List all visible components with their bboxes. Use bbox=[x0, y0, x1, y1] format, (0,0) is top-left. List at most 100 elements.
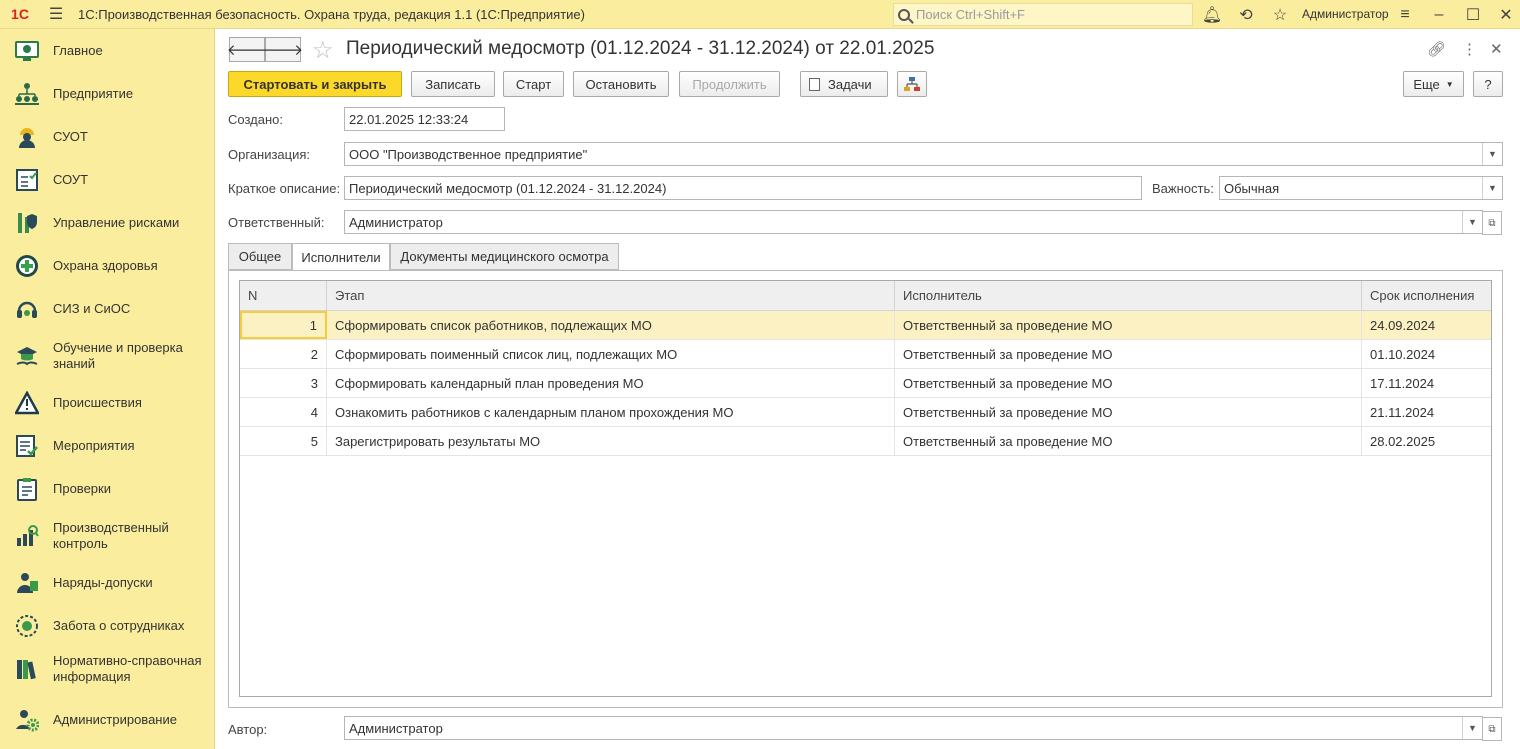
cell-executor[interactable]: Ответственный за проведение МО bbox=[895, 340, 1362, 368]
care-icon bbox=[14, 613, 40, 639]
route-map-button[interactable] bbox=[897, 71, 927, 97]
sidebar-item-sout[interactable]: СОУТ bbox=[0, 164, 215, 196]
sidebar-item-incidents[interactable]: Происшествия bbox=[0, 387, 215, 419]
forward-button[interactable]: 🡒 bbox=[263, 37, 303, 62]
sidebar-item-reference-info[interactable]: Нормативно-справочная информация bbox=[0, 649, 215, 689]
favorite-star-icon[interactable]: ☆ bbox=[312, 36, 334, 65]
bell-icon[interactable]: 🔔︎ bbox=[1201, 4, 1223, 26]
table-row[interactable]: 2 Сформировать поименный список лиц, под… bbox=[240, 340, 1491, 369]
column-header-due[interactable]: Срок исполнения bbox=[1362, 281, 1491, 311]
tab-general[interactable]: Общее bbox=[228, 243, 292, 270]
history-icon[interactable]: ⟲ bbox=[1235, 4, 1257, 26]
start-and-close-button[interactable]: Стартовать и закрыть bbox=[228, 71, 402, 97]
save-button[interactable]: Записать bbox=[411, 71, 495, 97]
sidebar-item-production-control[interactable]: Производственный контроль bbox=[0, 516, 215, 556]
organization-value: ООО "Производственное предприятие" bbox=[349, 146, 588, 162]
stop-button[interactable]: Остановить bbox=[573, 71, 669, 97]
route-map-icon bbox=[904, 77, 920, 91]
1c-logo[interactable]: 1С bbox=[0, 0, 40, 29]
settings-menu-icon[interactable]: ≡ bbox=[1394, 4, 1416, 26]
sidebar-item-employee-care[interactable]: Забота о сотрудниках bbox=[0, 610, 215, 642]
dropdown-arrow-icon[interactable]: ▼ bbox=[1462, 717, 1482, 739]
sidebar-label: Забота о сотрудниках bbox=[53, 618, 185, 633]
column-header-n[interactable]: N bbox=[240, 281, 327, 311]
sidebar-item-permits[interactable]: Наряды-допуски bbox=[0, 567, 215, 599]
back-button[interactable]: 🡐 bbox=[227, 37, 267, 62]
menu-hamburger-icon[interactable]: ☰ bbox=[40, 0, 72, 29]
cell-due[interactable]: 24.09.2024 bbox=[1362, 311, 1491, 339]
author-field[interactable]: Администратор ▼ ⧉ bbox=[344, 716, 1502, 741]
more-button[interactable]: Еще ▼ bbox=[1403, 71, 1464, 97]
created-field[interactable]: 22.01.2025 12:33:24 bbox=[344, 107, 505, 131]
cell-executor[interactable]: Ответственный за проведение МО bbox=[895, 369, 1362, 397]
close-window-icon[interactable]: ✕ bbox=[1495, 4, 1517, 26]
cell-due[interactable]: 01.10.2024 bbox=[1362, 340, 1491, 368]
responsible-field[interactable]: Администратор ▼ ⧉ bbox=[344, 210, 1502, 235]
column-header-executor[interactable]: Исполнитель bbox=[895, 281, 1362, 311]
column-header-stage[interactable]: Этап bbox=[327, 281, 895, 311]
protective-gear-icon bbox=[14, 296, 40, 322]
sidebar-item-ppe[interactable]: СИЗ и СиОС bbox=[0, 293, 215, 325]
minimize-icon[interactable]: – bbox=[1428, 4, 1450, 26]
continue-button[interactable]: Продолжить bbox=[679, 71, 780, 97]
table-row[interactable]: 3 Сформировать календарный план проведен… bbox=[240, 369, 1491, 398]
organization-field[interactable]: ООО "Производственное предприятие" ▼ bbox=[344, 142, 1503, 166]
sidebar-item-inspections[interactable]: Проверки bbox=[0, 473, 215, 505]
sidebar-label: Предприятие bbox=[53, 86, 134, 101]
tab-medical-documents[interactable]: Документы медицинского осмотра bbox=[390, 243, 619, 270]
executors-table[interactable]: N Этап Исполнитель Срок исполнения 1 Сфо… bbox=[239, 280, 1492, 697]
cell-executor[interactable]: Ответственный за проведение МО bbox=[895, 398, 1362, 426]
cell-n[interactable]: 2 bbox=[240, 340, 327, 368]
sidebar-label: Нормативно-справочная информация bbox=[53, 653, 202, 684]
help-button[interactable]: ? bbox=[1473, 71, 1503, 97]
table-row[interactable]: 1 Сформировать список работников, подлеж… bbox=[240, 311, 1491, 340]
sidebar-item-main[interactable]: Главное bbox=[0, 35, 215, 67]
sidebar-label: Охрана здоровья bbox=[53, 258, 158, 273]
open-item-icon[interactable]: ⧉ bbox=[1482, 717, 1502, 741]
current-user[interactable]: Администратор bbox=[1302, 7, 1389, 21]
cell-due[interactable]: 17.11.2024 bbox=[1362, 369, 1491, 397]
cell-executor[interactable]: Ответственный за проведение МО bbox=[895, 427, 1362, 455]
global-search-input[interactable]: Поиск Ctrl+Shift+F bbox=[893, 3, 1193, 26]
cell-n[interactable]: 4 bbox=[240, 398, 327, 426]
favorites-star-icon[interactable]: ☆ bbox=[1269, 4, 1291, 26]
checklist-icon bbox=[14, 167, 40, 193]
maximize-icon[interactable]: ☐ bbox=[1462, 4, 1484, 26]
cell-due[interactable]: 21.11.2024 bbox=[1362, 398, 1491, 426]
description-field[interactable]: Периодический медосмотр (01.12.2024 - 31… bbox=[344, 176, 1142, 200]
open-item-icon[interactable]: ⧉ bbox=[1482, 211, 1502, 235]
sidebar-item-training[interactable]: Обучение и проверка знаний bbox=[0, 336, 215, 376]
importance-field[interactable]: Обычная ▼ bbox=[1219, 176, 1503, 200]
sidebar-label: Производственный контроль bbox=[53, 520, 169, 551]
sidebar-item-enterprise[interactable]: Предприятие bbox=[0, 78, 215, 110]
sidebar-item-activities[interactable]: Мероприятия bbox=[0, 430, 215, 462]
cell-n[interactable]: 5 bbox=[240, 427, 327, 455]
cell-due[interactable]: 28.02.2025 bbox=[1362, 427, 1491, 455]
cell-n[interactable]: 1 bbox=[240, 311, 327, 339]
organization-label: Организация: bbox=[228, 147, 311, 162]
tasks-button[interactable]: Задачи bbox=[800, 71, 888, 97]
sidebar-item-suot[interactable]: СУОТ bbox=[0, 121, 215, 153]
link-icon[interactable]: 🔗︎ bbox=[1427, 40, 1446, 58]
tab-executors[interactable]: Исполнители bbox=[292, 243, 390, 271]
dropdown-arrow-icon[interactable]: ▼ bbox=[1482, 177, 1502, 199]
table-row[interactable]: 4 Ознакомить работников с календарным пл… bbox=[240, 398, 1491, 427]
cell-executor[interactable]: Ответственный за проведение МО bbox=[895, 311, 1362, 339]
cell-stage[interactable]: Сформировать календарный план проведения… bbox=[327, 369, 895, 397]
dropdown-arrow-icon[interactable]: ▼ bbox=[1462, 211, 1482, 233]
sidebar-item-risk-management[interactable]: Управление рисками bbox=[0, 207, 215, 239]
cell-stage[interactable]: Зарегистрировать результаты МО bbox=[327, 427, 895, 455]
start-button[interactable]: Старт bbox=[503, 71, 564, 97]
dropdown-arrow-icon[interactable]: ▼ bbox=[1482, 143, 1502, 165]
created-value: 22.01.2025 12:33:24 bbox=[349, 111, 469, 127]
table-row[interactable]: 5 Зарегистрировать результаты МО Ответст… bbox=[240, 427, 1491, 456]
close-form-icon[interactable]: ✕ bbox=[1490, 40, 1503, 58]
more-options-icon[interactable]: ⋮ bbox=[1462, 40, 1477, 58]
cell-n[interactable]: 3 bbox=[240, 369, 327, 397]
cell-stage[interactable]: Ознакомить работников с календарным план… bbox=[327, 398, 895, 426]
permit-icon bbox=[14, 570, 40, 596]
cell-stage[interactable]: Сформировать список работников, подлежащ… bbox=[327, 311, 895, 339]
sidebar-item-administration[interactable]: Администрирование bbox=[0, 704, 215, 736]
sidebar-item-health[interactable]: Охрана здоровья bbox=[0, 250, 215, 282]
cell-stage[interactable]: Сформировать поименный список лиц, подле… bbox=[327, 340, 895, 368]
